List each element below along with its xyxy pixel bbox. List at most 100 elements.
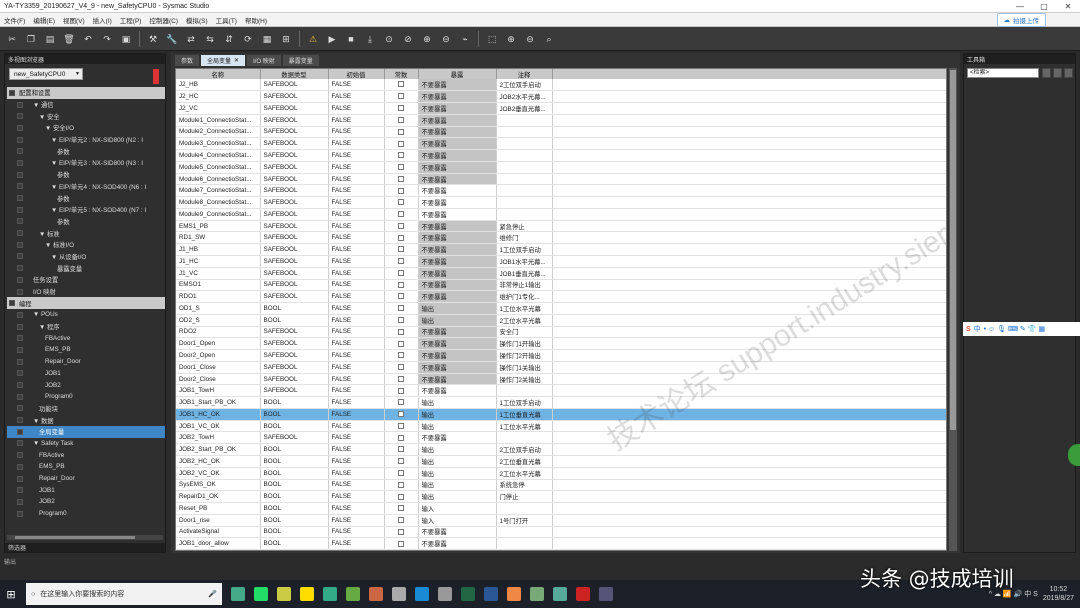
tree-checkbox[interactable] bbox=[17, 370, 23, 377]
table-row[interactable]: J2_HC SAFEBOOL FALSE 不要暴露 JOB2水平光幕... bbox=[176, 90, 946, 104]
comment-cell[interactable] bbox=[496, 114, 553, 127]
constant-checkbox[interactable] bbox=[398, 246, 404, 253]
comment-cell[interactable]: 1工位垂直光幕 bbox=[496, 408, 553, 421]
menu-item[interactable]: 工程(P) bbox=[116, 15, 146, 25]
variable-name-cell[interactable]: OD1_S bbox=[176, 302, 261, 315]
taskbar-app-icon[interactable] bbox=[415, 587, 429, 601]
expose-cell[interactable]: 输出 bbox=[418, 443, 497, 456]
expose-cell[interactable]: 不要暴露 bbox=[418, 279, 497, 292]
constant-checkbox[interactable] bbox=[398, 140, 404, 147]
tree-item[interactable]: 任务设置 bbox=[7, 274, 165, 286]
initial-value-cell[interactable]: FALSE bbox=[328, 137, 385, 151]
upload-button[interactable]: ☁ 拍摄上传 bbox=[996, 12, 1046, 27]
variable-name-cell[interactable]: Module1_ConnectioStat... bbox=[176, 114, 261, 127]
tree-checkbox[interactable] bbox=[17, 463, 23, 470]
variable-name-cell[interactable]: JOB2_Start_PB_OK bbox=[176, 443, 261, 456]
tree-item[interactable]: ▼ 从设备I/O bbox=[7, 251, 165, 263]
tree-item[interactable]: 功能块 bbox=[7, 403, 165, 415]
data-type-cell[interactable]: SAFEBOOL bbox=[260, 114, 329, 127]
tree-item[interactable]: JOB2 bbox=[7, 496, 165, 508]
constant-checkbox[interactable] bbox=[398, 446, 404, 453]
initial-value-cell[interactable]: FALSE bbox=[328, 220, 385, 233]
constant-checkbox-cell[interactable] bbox=[384, 396, 419, 409]
taskbar-search-box[interactable]: ○ 在这里输入你要搜索的内容 🎤 bbox=[26, 583, 222, 605]
constant-checkbox[interactable] bbox=[398, 481, 404, 488]
constant-checkbox[interactable] bbox=[398, 364, 404, 371]
initial-value-cell[interactable]: FALSE bbox=[328, 255, 385, 268]
variable-name-cell[interactable]: Module6_ConnectioStat... bbox=[176, 173, 261, 186]
constant-checkbox[interactable] bbox=[398, 117, 404, 123]
constant-checkbox-cell[interactable] bbox=[384, 467, 419, 480]
constant-checkbox-cell[interactable] bbox=[384, 90, 419, 104]
constant-checkbox-cell[interactable] bbox=[384, 537, 419, 550]
constant-checkbox[interactable] bbox=[398, 411, 404, 418]
variable-name-cell[interactable]: JOB1_Start_PB_OK bbox=[176, 396, 261, 409]
variable-name-cell[interactable]: OD2_S bbox=[176, 314, 261, 327]
initial-value-cell[interactable]: FALSE bbox=[328, 326, 385, 339]
constant-checkbox-cell[interactable] bbox=[384, 208, 419, 221]
variable-name-cell[interactable]: JOB2_VC_OK bbox=[176, 467, 261, 480]
table-row[interactable]: RDO1 SAFEBOOL FALSE 不要暴露 维护门1专化... bbox=[176, 290, 946, 304]
variable-name-cell[interactable]: J2_HC bbox=[176, 90, 261, 104]
constant-checkbox[interactable] bbox=[398, 234, 404, 241]
expose-cell[interactable]: 不要暴露 bbox=[418, 337, 497, 351]
data-type-cell[interactable]: BOOL bbox=[260, 314, 329, 327]
constant-checkbox-cell[interactable] bbox=[384, 196, 419, 209]
comment-cell[interactable] bbox=[496, 196, 553, 209]
trace-icon[interactable]: ⌁ bbox=[459, 33, 471, 45]
tree-item[interactable]: ▼ EIP/单元3 : NX-SID800 (N3 : I bbox=[7, 157, 165, 169]
tree-item[interactable]: ▼ 安全I/O bbox=[7, 122, 165, 134]
expose-cell[interactable]: 不要暴露 bbox=[418, 231, 497, 245]
taskbar-app-icon[interactable] bbox=[553, 587, 567, 601]
expose-cell[interactable]: 输出 bbox=[418, 314, 497, 327]
data-type-cell[interactable]: SAFEBOOL bbox=[260, 126, 329, 139]
data-type-cell[interactable]: BOOL bbox=[260, 455, 329, 468]
constant-checkbox-cell[interactable] bbox=[384, 231, 419, 245]
menu-item[interactable]: 模拟(S) bbox=[182, 15, 212, 25]
data-type-cell[interactable]: BOOL bbox=[260, 514, 329, 527]
tree-item[interactable]: ▼ POUs bbox=[7, 309, 165, 321]
constant-checkbox[interactable] bbox=[398, 258, 404, 265]
column-header[interactable]: 常数 bbox=[384, 69, 419, 79]
variable-name-cell[interactable]: Module2_ConnectioStat... bbox=[176, 126, 261, 139]
tree-checkbox[interactable] bbox=[17, 417, 23, 424]
expose-cell[interactable]: 输入 bbox=[418, 502, 497, 515]
initial-value-cell[interactable]: FALSE bbox=[328, 302, 385, 315]
expose-cell[interactable]: 输出 bbox=[418, 479, 497, 492]
variable-name-cell[interactable]: J2_HB bbox=[176, 79, 261, 92]
tree-item[interactable]: 全局变量 bbox=[7, 425, 165, 438]
column-header[interactable]: 初始值 bbox=[328, 69, 385, 79]
taskbar-app-icon[interactable] bbox=[530, 587, 544, 601]
tree-section-header[interactable]: 配置和设置 bbox=[7, 87, 165, 99]
comment-cell[interactable] bbox=[496, 137, 553, 151]
wrench-icon[interactable]: 🔧 bbox=[166, 33, 178, 45]
tree-item[interactable]: ▼ EIP/单元2 : NX-SID800 (N2 : I bbox=[7, 134, 165, 146]
expose-cell[interactable]: 不要暴露 bbox=[418, 384, 497, 398]
expose-cell[interactable]: 输出 bbox=[418, 490, 497, 504]
clock[interactable]: 10:52 2019/8/27 bbox=[1043, 585, 1074, 603]
column-header[interactable]: 名称 bbox=[176, 69, 261, 79]
data-type-cell[interactable]: SAFEBOOL bbox=[260, 208, 329, 221]
tree-checkbox[interactable] bbox=[17, 311, 23, 318]
data-type-cell[interactable]: SAFEBOOL bbox=[260, 220, 329, 233]
data-type-cell[interactable]: BOOL bbox=[260, 537, 329, 550]
expose-cell[interactable]: 不要暴露 bbox=[418, 173, 497, 186]
constant-checkbox[interactable] bbox=[398, 93, 404, 100]
comment-cell[interactable]: 操作门2关输出 bbox=[496, 373, 553, 386]
initial-value-cell[interactable]: FALSE bbox=[328, 443, 385, 456]
initial-value-cell[interactable]: FALSE bbox=[328, 467, 385, 480]
variable-name-cell[interactable]: Module5_ConnectioStat... bbox=[176, 161, 261, 174]
constant-checkbox-cell[interactable] bbox=[384, 314, 419, 327]
tree-checkbox[interactable] bbox=[17, 428, 23, 435]
constant-checkbox-cell[interactable] bbox=[384, 349, 419, 362]
tree-item[interactable]: ▼ 安全 bbox=[7, 110, 165, 122]
transfer-icon[interactable]: ⇵ bbox=[223, 33, 235, 45]
initial-value-cell[interactable]: FALSE bbox=[328, 208, 385, 221]
taskbar-app-icon[interactable] bbox=[461, 587, 475, 601]
comment-cell[interactable]: 操作门1关输出 bbox=[496, 361, 553, 374]
constant-checkbox[interactable] bbox=[398, 399, 404, 406]
data-type-cell[interactable]: SAFEBOOL bbox=[260, 384, 329, 398]
initial-value-cell[interactable]: FALSE bbox=[328, 231, 385, 245]
table-row[interactable]: ActivateSignal BOOL FALSE 不要暴露 bbox=[176, 526, 946, 539]
fit-icon[interactable]: ⬚ bbox=[486, 33, 498, 45]
